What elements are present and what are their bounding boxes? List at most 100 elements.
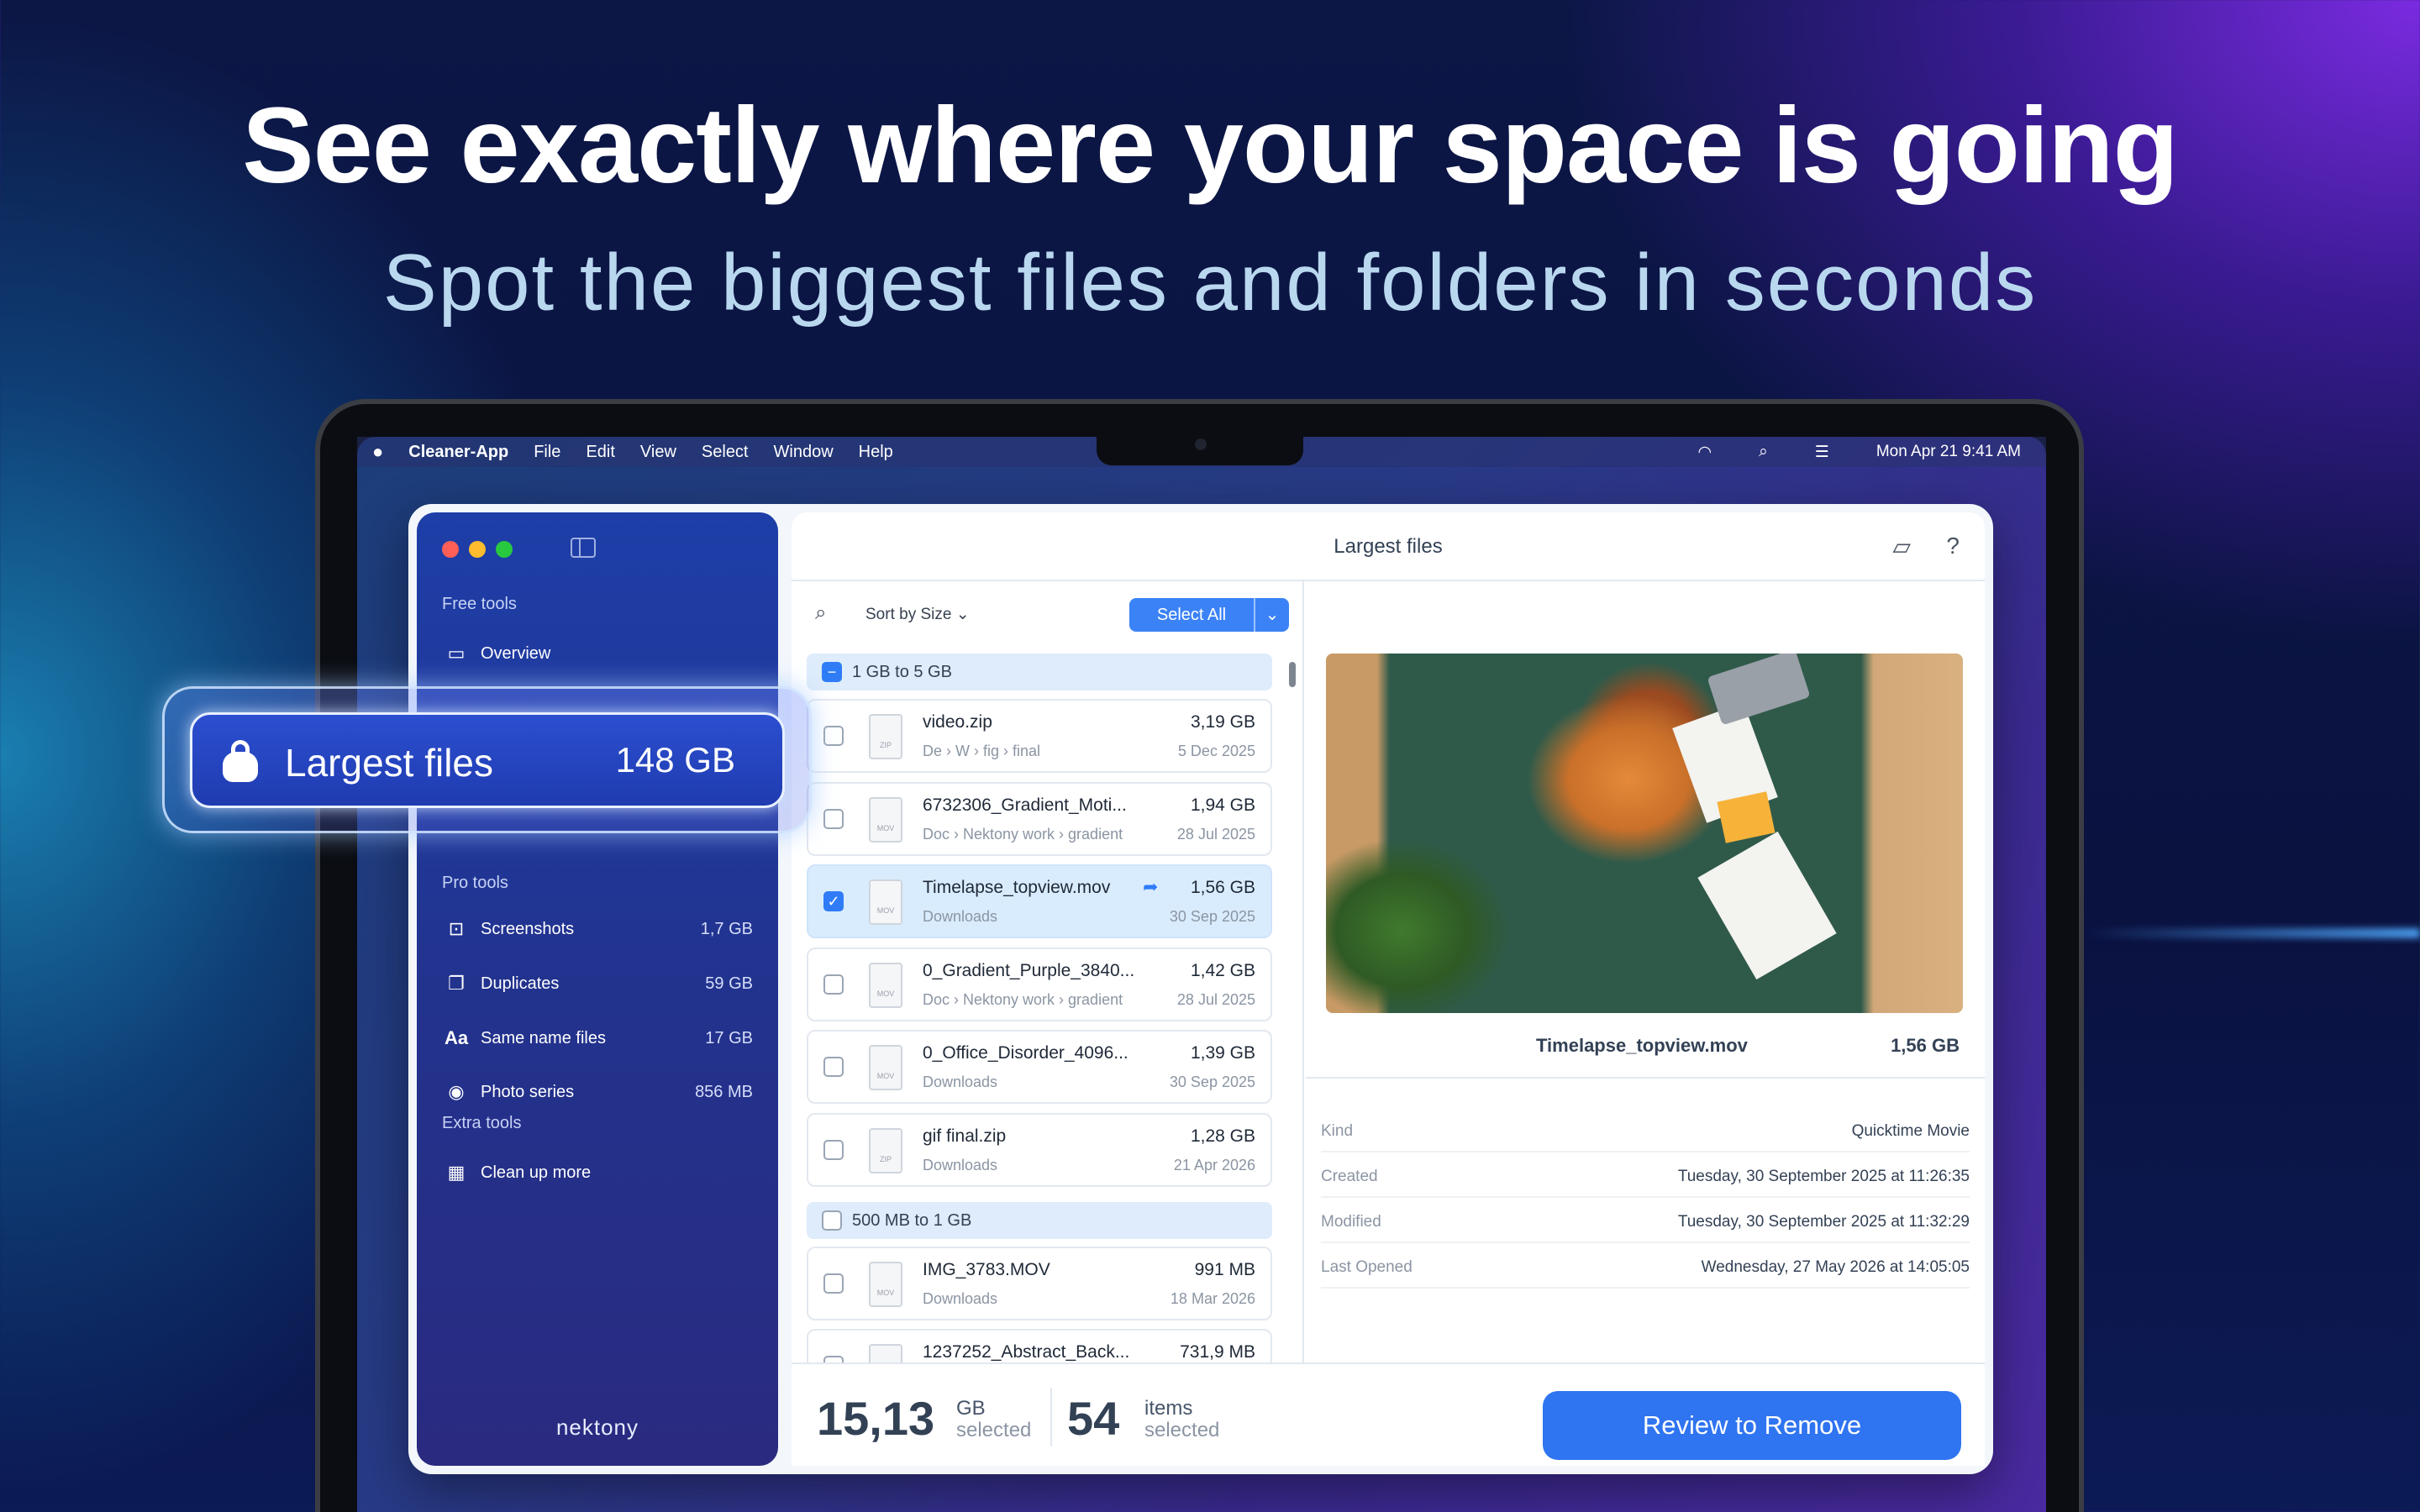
divider [1306,1077,1985,1079]
sidebar-item-label: Clean up more [481,1163,592,1182]
app-window: Free tools ▭ Overview Pro tools ⊡ Screen… [408,504,1993,1474]
file-name: Timelapse_topview.mov [923,878,1111,897]
menu-window[interactable]: Window [774,443,834,462]
row-checkbox[interactable] [823,1273,844,1294]
file-row[interactable]: ZIP gif final.zip 1,28 GB Downloads 21 A… [807,1113,1272,1187]
menu-clock[interactable]: Mon Apr 21 9:41 AM [1876,443,2021,461]
page-title: Largest files [792,512,1985,581]
row-checkbox[interactable] [823,726,844,746]
row-checkbox[interactable]: ✓ [823,891,844,911]
control-center-icon[interactable]: ☰ [1815,443,1829,462]
sidebar-item-photo-series[interactable]: ◉ Photo series 856 MB [442,1075,753,1109]
file-row[interactable]: MOV 0_Gradient_Purple_3840... 1,42 GB Do… [807,948,1272,1021]
row-checkbox[interactable] [823,1356,844,1362]
sidebar-item-same-name-files[interactable]: Aa Same name files 17 GB [442,1021,753,1055]
group-label: 1 GB to 5 GB [852,662,952,681]
file-list-pane: ⌕ Sort by Size ⌄ Select All ⌄ − 1 GB to … [792,581,1304,1362]
property-key: Created [1321,1168,1378,1185]
file-path: Downloads [923,1290,998,1307]
sidebar-toggle-icon[interactable] [571,538,596,558]
movie-file-icon: MOV [869,1262,902,1307]
file-size: 731,9 MB [1180,1342,1255,1362]
file-size: 1,42 GB [1190,961,1255,980]
property-row: Kind Quicktime Movie [1321,1107,1970,1152]
menu-view[interactable]: View [640,443,676,462]
file-date: 5 Dec 2025 [1177,743,1255,759]
sidebar-item-screenshots[interactable]: ⊡ Screenshots 1,7 GB [442,912,753,946]
preview-image [1326,654,1963,1013]
property-row: Last Opened Wednesday, 27 May 2026 at 14… [1321,1243,1970,1289]
laptop-icon: ▭ [447,643,466,664]
movie-file-icon: MOV [869,879,902,925]
file-row[interactable]: ZIP video.zip 3,19 GB De › W › fig › fin… [807,699,1272,773]
file-row[interactable]: MOV 0_Office_Disorder_4096... 1,39 GB Do… [807,1030,1272,1104]
feedback-icon[interactable]: ▱ [1892,533,1911,560]
sidebar-item-largest-files[interactable]: Largest files 148 GB [190,712,785,808]
sidebar: Free tools ▭ Overview Pro tools ⊡ Screen… [417,512,778,1466]
group-header[interactable]: − 1 GB to 5 GB [807,654,1272,690]
file-row[interactable]: MOV 1237252_Abstract_Back... 731,9 MB [807,1329,1272,1362]
file-path: Doc › Nektony work › gradient [923,991,1123,1008]
selected-count-unit: items selected [1144,1398,1219,1441]
size-unit-label: GB [956,1397,986,1420]
reveal-arrow-icon[interactable]: ➦ [1143,876,1158,898]
apple-icon[interactable]: ● [372,441,383,463]
menu-app-name[interactable]: Cleaner-App [408,443,508,462]
group-checkbox[interactable]: − [822,662,842,682]
search-icon[interactable]: ⌕ [815,601,826,625]
row-checkbox[interactable] [823,974,844,995]
row-checkbox[interactable] [823,809,844,829]
menu-edit[interactable]: Edit [586,443,614,462]
sidebar-item-label: Overview [481,643,551,663]
file-row-selected[interactable]: ✓ MOV Timelapse_topview.mov ➦ 1,56 GB Do… [807,864,1272,938]
count-sub-label: selected [1144,1419,1220,1441]
select-all-button[interactable]: Select All ⌄ [1129,598,1289,632]
review-to-remove-button[interactable]: Review to Remove [1543,1391,1961,1460]
sidebar-item-overview[interactable]: ▭ Overview [442,637,753,670]
close-window-button[interactable] [442,541,459,558]
file-path: Downloads [923,1157,998,1173]
scrollbar[interactable] [1289,662,1296,687]
sidebar-item-clean-up-more[interactable]: ▦ Clean up more [442,1156,753,1189]
chevron-down-icon: ⌄ [955,606,970,623]
sidebar-item-size: 1,7 GB [700,919,753,938]
sidebar-item-duplicates[interactable]: ❐ Duplicates 59 GB [442,967,753,1000]
selection-footer: 15,13 GB selected 54 items selected Revi… [792,1362,1985,1466]
selected-count: 54 [1067,1392,1120,1445]
file-name: video.zip [923,712,992,732]
help-icon[interactable]: ? [1946,533,1960,559]
group-checkbox[interactable] [822,1210,842,1231]
sidebar-item-size: 856 MB [695,1082,753,1101]
wifi-icon[interactable]: ◠ [1698,443,1712,462]
camera-icon [1195,438,1207,450]
group-label: 500 MB to 1 GB [852,1210,972,1230]
row-checkbox[interactable] [823,1140,844,1160]
file-row[interactable]: MOV 6732306_Gradient_Moti... 1,94 GB Doc… [807,782,1272,856]
preview-laptop [1707,654,1811,726]
file-name: 0_Gradient_Purple_3840... [923,961,1135,980]
chevron-down-icon[interactable]: ⌄ [1254,598,1289,632]
spotlight-search-icon[interactable]: ⌕ [1759,443,1768,461]
section-extra-tools: Extra tools [442,1114,522,1132]
sidebar-item-label: Photo series [481,1082,575,1101]
menu-file[interactable]: File [534,443,560,462]
sort-dropdown[interactable]: Sort by Size ⌄ [865,605,970,624]
background-glow [2084,928,2420,938]
menu-help[interactable]: Help [859,443,893,462]
detail-pane: Timelapse_topview.mov 1,56 GB Kind Quick… [1306,581,1985,1362]
preview-paper [1697,831,1837,980]
camera-icon: ◉ [448,1081,465,1102]
file-size: 991 MB [1194,1260,1255,1279]
size-sub-label: selected [956,1419,1032,1441]
file-row[interactable]: MOV IMG_3783.MOV 991 MB Downloads 18 Mar… [807,1247,1272,1320]
grid-icon: ▦ [447,1162,466,1183]
file-date: 28 Jul 2025 [1176,991,1255,1008]
file-path: De › W › fig › final [923,743,1041,759]
menu-select[interactable]: Select [702,443,749,462]
row-checkbox[interactable] [823,1057,844,1077]
minimize-window-button[interactable] [469,541,486,558]
group-header[interactable]: 500 MB to 1 GB [807,1202,1272,1239]
file-size: 1,28 GB [1190,1126,1255,1146]
file-date: 30 Sep 2025 [1169,1074,1255,1090]
zoom-window-button[interactable] [496,541,513,558]
